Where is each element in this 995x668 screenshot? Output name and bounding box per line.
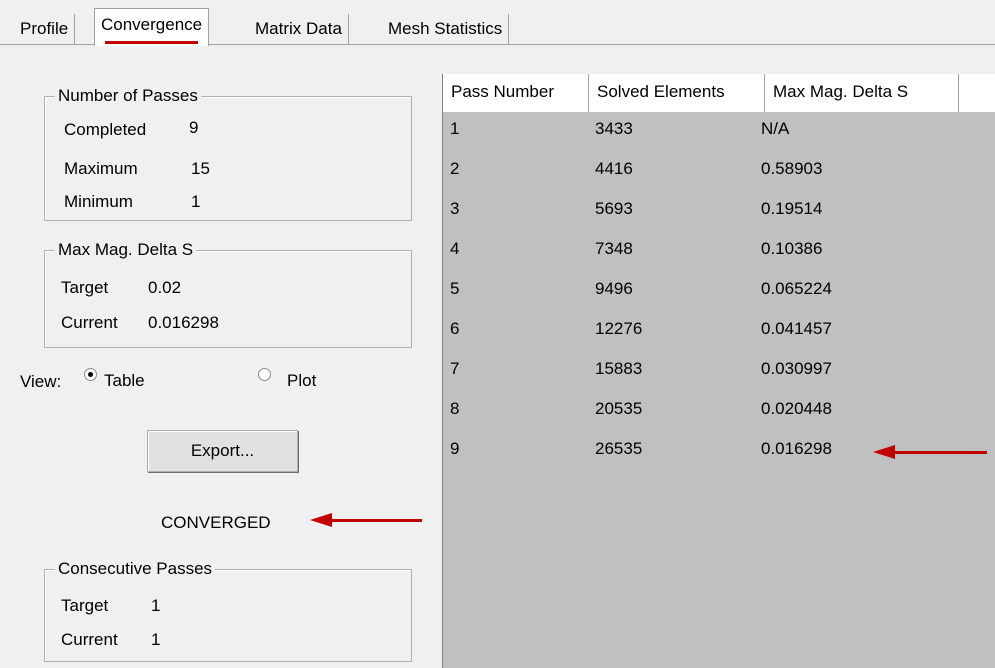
column-header-solved-elements[interactable]: Solved Elements — [589, 74, 765, 112]
max-mag-delta-s-cell: N/A — [761, 119, 790, 138]
group-title: Number of Passes — [55, 85, 201, 107]
annotation-underline — [105, 41, 199, 44]
column-header-pass-number[interactable]: Pass Number — [443, 74, 589, 112]
solved-elements-cell: 26535 — [595, 439, 643, 458]
consecutive-passes-group: Consecutive Passes Target 1 Current 1 — [44, 558, 412, 662]
pass-number-cell: 4 — [450, 239, 460, 258]
current-value: 1 — [151, 630, 161, 649]
convergence-table[interactable]: Pass Number Solved Elements Max Mag. Del… — [442, 74, 995, 668]
arrow-shaft — [330, 519, 422, 522]
number-of-passes-group: Number of Passes Completed 9 Maximum 15 … — [44, 85, 412, 221]
target-label: Target — [61, 596, 109, 615]
max-mag-delta-s-cell: 0.020448 — [761, 399, 832, 418]
solved-elements-cell: 3433 — [595, 119, 633, 138]
completed-value: 9 — [189, 118, 199, 137]
solved-elements-cell: 7348 — [595, 239, 633, 258]
view-plot-radio[interactable] — [258, 368, 271, 381]
minimum-value: 1 — [191, 192, 201, 211]
pass-number-cell: 8 — [450, 399, 460, 418]
max-mag-delta-s-group: Max Mag. Delta S Target 0.02 Current 0.0… — [44, 239, 412, 348]
column-header-label: Solved Elements — [597, 82, 725, 101]
group-title: Consecutive Passes — [55, 558, 216, 580]
view-plot-label[interactable]: Plot — [287, 370, 316, 392]
tab-convergence-label: Convergence — [101, 15, 203, 34]
pass-number-cell: 5 — [450, 279, 460, 298]
pass-number-cell: 9 — [450, 439, 460, 458]
view-label: View: — [20, 372, 62, 391]
max-mag-delta-s-cell: 0.065224 — [761, 279, 832, 298]
arrow-shaft — [893, 451, 987, 454]
status-converged: CONVERGED — [161, 513, 271, 532]
tab-mesh-statistics[interactable]: Mesh Statistics — [382, 14, 510, 44]
max-mag-delta-s-cell: 0.041457 — [761, 319, 832, 338]
pass-number-cell: 1 — [450, 119, 460, 138]
radio-selected-dot — [88, 372, 93, 377]
view-table-radio[interactable] — [84, 368, 97, 381]
target-value: 0.02 — [148, 278, 182, 297]
max-mag-delta-s-cell: 0.016298 — [761, 439, 832, 458]
solved-elements-cell: 12276 — [595, 319, 643, 338]
group-title: Max Mag. Delta S — [55, 239, 197, 261]
tab-profile[interactable]: Profile — [14, 14, 76, 44]
annotation-arrow — [310, 513, 422, 527]
arrow-head — [310, 513, 332, 527]
solved-elements-cell: 5693 — [595, 199, 633, 218]
pass-number-cell: 6 — [450, 319, 460, 338]
export-button[interactable]: Export... — [147, 430, 298, 472]
minimum-label: Minimum — [64, 192, 133, 211]
current-label: Current — [61, 630, 118, 649]
max-mag-delta-s-cell: 0.58903 — [761, 159, 823, 178]
annotation-arrow — [873, 445, 987, 459]
current-label: Current — [61, 313, 118, 332]
current-value: 0.016298 — [148, 313, 219, 332]
column-header-label: Max Mag. Delta S — [773, 82, 909, 101]
target-value: 1 — [151, 596, 161, 615]
pass-number-cell: 3 — [450, 199, 460, 218]
tab-matrix-data-label: Matrix Data — [255, 19, 342, 38]
table-header: Pass Number Solved Elements Max Mag. Del… — [443, 74, 995, 113]
solved-elements-cell: 4416 — [595, 159, 633, 178]
max-mag-delta-s-cell: 0.19514 — [761, 199, 823, 218]
view-table-label[interactable]: Table — [104, 370, 145, 392]
tab-strip: Profile Convergence Matrix Data Mesh Sta… — [0, 0, 995, 46]
solved-elements-cell: 20535 — [595, 399, 643, 418]
target-label: Target — [61, 278, 109, 297]
tab-profile-label: Profile — [20, 19, 69, 38]
solved-elements-cell: 9496 — [595, 279, 633, 298]
tab-matrix-data[interactable]: Matrix Data — [249, 14, 349, 44]
maximum-value: 15 — [191, 159, 210, 178]
export-button-label: Export... — [190, 441, 255, 460]
pass-number-cell: 2 — [450, 159, 460, 178]
max-mag-delta-s-cell: 0.10386 — [761, 239, 823, 258]
solved-elements-cell: 15883 — [595, 359, 643, 378]
maximum-label: Maximum — [64, 159, 138, 178]
tab-mesh-statistics-label: Mesh Statistics — [388, 19, 503, 38]
max-mag-delta-s-cell: 0.030997 — [761, 359, 832, 378]
tab-convergence[interactable]: Convergence — [94, 8, 210, 46]
column-header-max-mag-delta-s[interactable]: Max Mag. Delta S — [765, 74, 959, 112]
completed-label: Completed — [64, 120, 147, 139]
column-header-label: Pass Number — [451, 82, 554, 101]
arrow-head — [873, 445, 895, 459]
pass-number-cell: 7 — [450, 359, 460, 378]
